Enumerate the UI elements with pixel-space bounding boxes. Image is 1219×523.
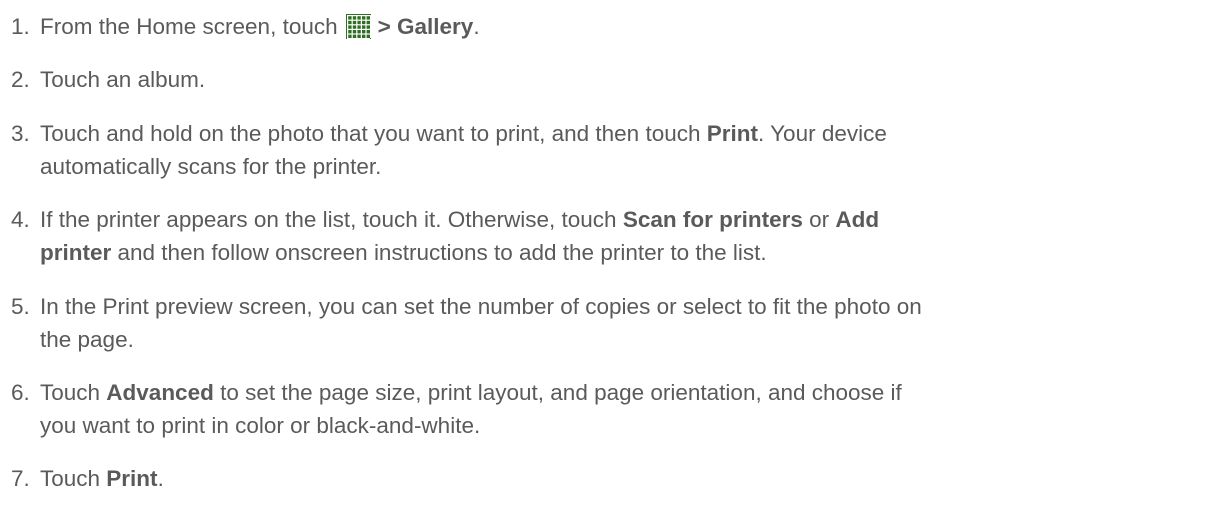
step-text-line: Touch an album. <box>40 63 1210 96</box>
step-text-line: automatically scans for the printer. <box>40 150 1210 183</box>
instruction-text: From the Home screen, touch <box>40 14 338 39</box>
step-number: 1. <box>11 14 30 39</box>
apps-grid-icon <box>345 14 371 39</box>
step-number: 7. <box>11 466 30 491</box>
step-text-line: Touch Advanced to set the page size, pri… <box>40 376 1210 409</box>
instruction-text: Touch an album. <box>40 67 206 92</box>
instruction-text: Touch <box>40 380 107 405</box>
step-text: In the Print preview screen, you can set… <box>40 290 1210 356</box>
step-text-line: Touch and hold on the photo that you wan… <box>40 117 1210 150</box>
instruction-text: to set the page size, print layout, and … <box>213 380 902 405</box>
step-text: Touch Advanced to set the page size, pri… <box>40 376 1210 442</box>
ui-term: > Gallery <box>377 14 474 39</box>
instruction-text: you want to print in color or black-and-… <box>40 413 481 438</box>
step-text-line: Touch Print. <box>40 462 1210 495</box>
step-number: 5. <box>11 294 30 319</box>
step-text: If the printer appears on the list, touc… <box>40 203 1210 269</box>
step-text: Touch Print. <box>40 462 1210 495</box>
step-text: Touch an album. <box>40 63 1210 96</box>
step-number: 6. <box>11 380 30 405</box>
instruction-text: and then follow onscreen instructions to… <box>111 240 767 265</box>
ui-term: Add <box>835 207 880 232</box>
step-number: 4. <box>11 207 30 232</box>
instruction-text: Touch <box>40 466 107 491</box>
step-text-line: printer and then follow onscreen instruc… <box>40 236 1210 269</box>
step-text-line: In the Print preview screen, you can set… <box>40 290 1210 323</box>
instruction-text: . <box>473 14 480 39</box>
ui-term: Scan for printers <box>622 207 803 232</box>
instruction-text: the page. <box>40 327 134 352</box>
step-text: Touch and hold on the photo that you wan… <box>40 117 1210 183</box>
instruction-text: automatically scans for the printer. <box>40 154 382 179</box>
step-text-line: If the printer appears on the list, touc… <box>40 203 1210 236</box>
instruction-text: Touch and hold on the photo that you wan… <box>40 121 707 146</box>
instruction-text: . Your device <box>758 121 887 146</box>
step-text-line: you want to print in color or black-and-… <box>40 409 1210 442</box>
step-text: From the Home screen, touch > Gallery. <box>40 10 1210 43</box>
step-number: 3. <box>11 121 30 146</box>
instruction-text: or <box>802 207 836 232</box>
instruction-text: In the Print preview screen, you can set… <box>40 294 922 319</box>
ui-term: Advanced <box>106 380 214 405</box>
instruction-text: If the printer appears on the list, touc… <box>40 207 623 232</box>
ui-term: Print <box>706 121 759 146</box>
step-text-line: From the Home screen, touch > Gallery. <box>40 10 1210 43</box>
ui-term: Print <box>106 466 158 491</box>
instruction-text: . <box>157 466 164 491</box>
ui-term: printer <box>40 240 112 265</box>
step-number: 2. <box>11 67 30 92</box>
step-text-line: the page. <box>40 323 1210 356</box>
